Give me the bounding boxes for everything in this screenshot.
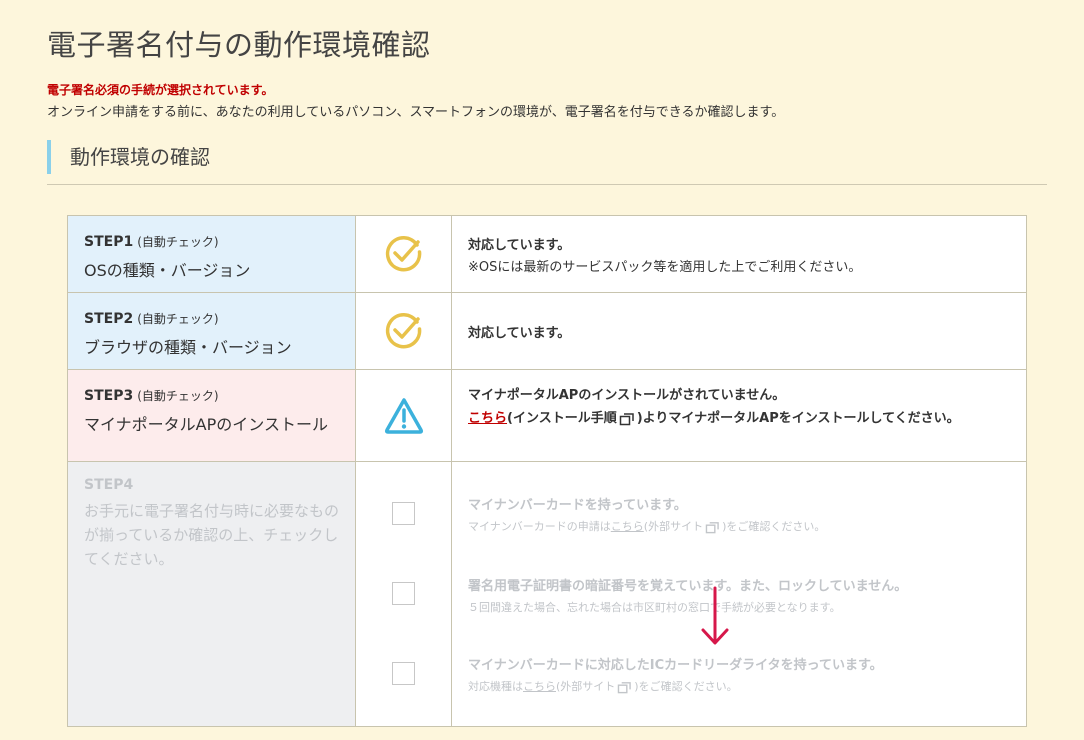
step3-row: STEP3 (自動チェック) マイナポータルAPのインストール マイナポータルAP… bbox=[67, 369, 1027, 462]
warning-triangle-icon bbox=[384, 397, 423, 434]
page-title: 電子署名付与の動作環境確認 bbox=[47, 28, 431, 62]
step3-message-cell: マイナポータルAPのインストールがされていません。 こちら(インストール手順)よ… bbox=[451, 369, 1027, 462]
check-circle-icon bbox=[385, 236, 421, 272]
step3-auto-note: (自動チェック) bbox=[137, 389, 219, 403]
step4-item-card: マイナンバーカードを持っています。 マイナンバーカードの申請はこちら(外部サイト… bbox=[468, 494, 1010, 534]
install-guide-after: よりマイナポータルAPをインストールしてください。 bbox=[642, 411, 960, 426]
red-down-arrow-icon bbox=[701, 586, 729, 645]
step1-message-cell: 対応しています。 ※OSには最新のサービスパック等を適用した上でご利用ください。 bbox=[451, 215, 1027, 293]
step1-note: ※OSには最新のサービスパック等を適用した上でご利用ください。 bbox=[468, 260, 862, 275]
step1-label: STEP1 bbox=[84, 234, 134, 250]
step2-message-cell: 対応しています。 bbox=[451, 292, 1027, 370]
step4-label: STEP4 bbox=[84, 477, 134, 493]
step3-message: マイナポータルAPのインストールがされていません。 bbox=[468, 388, 786, 403]
step2-message: 対応しています。 bbox=[468, 326, 571, 341]
step4-label-cell: STEP4 お手元に電子署名付与時に必要なものが揃っているか確認の上、チェックし… bbox=[67, 461, 356, 727]
intro-text: オンライン申請をする前に、あなたの利用しているパソコン、スマートフォンの環境が、… bbox=[47, 105, 785, 120]
step2-label: STEP2 bbox=[84, 311, 134, 327]
step3-label: STEP3 bbox=[84, 388, 134, 404]
reader-note-prefix: 対応機種は bbox=[468, 680, 523, 693]
step4-item-card-title: マイナンバーカードを持っています。 bbox=[468, 498, 687, 513]
step2-auto-note: (自動チェック) bbox=[137, 312, 219, 326]
step4-item-reader: マイナンバーカードに対応したICカードリーダライタを持っています。 対応機種はこ… bbox=[468, 654, 1010, 694]
step4-item-card-note: マイナンバーカードの申請はこちら(外部サイト )をご確認ください。 bbox=[468, 518, 1010, 534]
reader-note-suffix: )をご確認ください。 bbox=[634, 680, 738, 693]
step4-checkbox-cell bbox=[355, 461, 452, 727]
step4-item-pin-title: 署名用電子証明書の暗証番号を覚えています。また、ロックしていません。 bbox=[468, 579, 908, 594]
step4-item-reader-note: 対応機種はこちら(外部サイト )をご確認ください。 bbox=[468, 678, 1010, 694]
card-note-prefix: マイナンバーカードの申請は bbox=[468, 520, 611, 533]
section-heading: 動作環境の確認 bbox=[47, 140, 210, 174]
check-circle-icon bbox=[385, 313, 421, 349]
step1-row: STEP1 (自動チェック) OSの種類・バージョン 対応しています。 ※OSには… bbox=[67, 215, 1027, 293]
card-note-suffix: )をご確認ください。 bbox=[722, 520, 826, 533]
step4-item-pin: 署名用電子証明書の暗証番号を覚えています。また、ロックしていません。 ５回間違え… bbox=[468, 575, 1010, 615]
section-divider bbox=[47, 184, 1047, 185]
step2-desc: ブラウザの種類・バージョン bbox=[84, 338, 292, 357]
step1-message: 対応しています。 bbox=[468, 238, 571, 253]
step3-install-instruction: こちら(インストール手順)よりマイナポータルAPをインストールしてください。 bbox=[468, 409, 1010, 428]
signature-required-notice: 電子署名必須の手続が選択されています。 bbox=[47, 83, 274, 97]
card-note-mid: (外部サイト bbox=[643, 520, 704, 533]
has-card-reader-checkbox[interactable] bbox=[392, 662, 415, 685]
external-window-icon bbox=[705, 521, 719, 533]
step3-label-cell: STEP3 (自動チェック) マイナポータルAPのインストール bbox=[67, 369, 356, 462]
step4-item-reader-title: マイナンバーカードに対応したICカードリーダライタを持っています。 bbox=[468, 658, 883, 673]
step2-row: STEP2 (自動チェック) ブラウザの種類・バージョン 対応しています。 bbox=[67, 292, 1027, 370]
step2-label-cell: STEP2 (自動チェック) ブラウザの種類・バージョン bbox=[67, 292, 356, 370]
supported-readers-link[interactable]: こちら bbox=[523, 680, 556, 693]
remembers-pin-checkbox[interactable] bbox=[392, 582, 415, 605]
step1-desc: OSの種類・バージョン bbox=[84, 261, 251, 280]
step4-item-pin-note: ５回間違えた場合、忘れた場合は市区町村の窓口で手続が必要となります。 bbox=[468, 601, 841, 614]
step2-status-cell bbox=[355, 292, 452, 370]
reader-note-mid: (外部サイト bbox=[556, 680, 616, 693]
step4-message-cell: マイナンバーカードを持っています。 マイナンバーカードの申請はこちら(外部サイト… bbox=[451, 461, 1027, 727]
card-application-link[interactable]: こちら bbox=[611, 520, 644, 533]
install-guide-paren-open: (インストール手順 bbox=[507, 411, 617, 426]
step3-status-cell bbox=[355, 369, 452, 462]
environment-check-table: STEP1 (自動チェック) OSの種類・バージョン 対応しています。 ※OSには… bbox=[67, 215, 1027, 727]
external-window-icon bbox=[618, 681, 632, 693]
step1-auto-note: (自動チェック) bbox=[137, 235, 219, 249]
step1-status-cell bbox=[355, 215, 452, 293]
step3-desc: マイナポータルAPのインストール bbox=[84, 415, 328, 434]
has-mynumber-card-checkbox[interactable] bbox=[392, 502, 415, 525]
install-guide-link[interactable]: こちら bbox=[468, 411, 507, 426]
step4-row: STEP4 お手元に電子署名付与時に必要なものが揃っているか確認の上、チェックし… bbox=[67, 461, 1027, 727]
step4-desc: お手元に電子署名付与時に必要なものが揃っているか確認の上、チェックしてください。 bbox=[84, 502, 340, 568]
external-window-icon bbox=[619, 412, 634, 425]
step1-label-cell: STEP1 (自動チェック) OSの種類・バージョン bbox=[67, 215, 356, 293]
